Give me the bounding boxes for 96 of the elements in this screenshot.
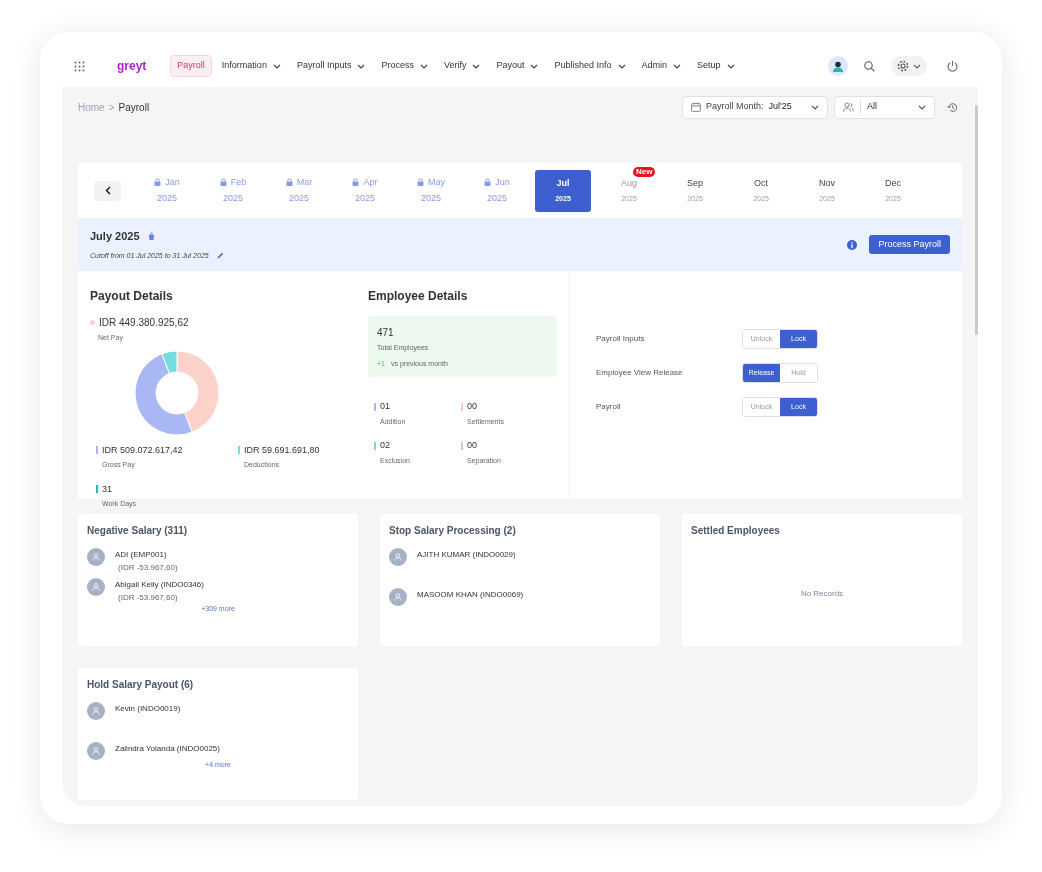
card-title: Stop Salary Processing (2) [389, 524, 517, 538]
delete-button[interactable] [147, 232, 155, 241]
nav-menu-item[interactable]: Payout [490, 55, 545, 77]
card-title: Negative Salary (311) [87, 524, 189, 538]
card-title: Hold Salary Payout (6) [87, 678, 195, 692]
section-title: Payout Details [90, 288, 174, 305]
stat-value: 01 [380, 400, 390, 413]
person-icon [92, 747, 100, 755]
pencil-icon [216, 252, 224, 260]
caret-icon [419, 63, 428, 69]
stat-value: 31 [102, 482, 112, 496]
stat-value: 00 [467, 439, 477, 452]
person-name: Zalindra Yolanda (INDO0025) [115, 743, 220, 755]
caret-icon [913, 63, 921, 69]
month-tab[interactable]: Feb 2025 [205, 169, 261, 212]
nav-menu-item[interactable]: Admin [635, 55, 688, 77]
caret-icon [811, 104, 819, 110]
caret-icon [472, 63, 481, 69]
process-payroll-button[interactable]: Process Payroll [869, 235, 950, 254]
toggle-label: Payroll [596, 401, 622, 413]
stat-value: IDR 449.380.925,62 [99, 316, 189, 330]
calendar-icon [691, 102, 701, 112]
employee-group-dropdown[interactable]: All [834, 95, 935, 119]
search-icon [864, 60, 875, 72]
person-icon [92, 583, 100, 591]
power-icon [947, 60, 958, 72]
person-name: MASOOM KHAN (INDO0069) [417, 589, 524, 601]
lock-icon [484, 178, 492, 187]
caret-icon [726, 63, 735, 69]
caret-icon [272, 63, 281, 69]
field-label: Payroll Month: [706, 100, 764, 114]
stat-value: IDR 509.072.617,42 [102, 443, 183, 457]
lock-icon [417, 178, 424, 187]
person-name: AJITH KUMAR (INDO0029) [417, 549, 516, 561]
field-value: Jul'25 [768, 100, 792, 114]
toggle-label: Payroll Inputs [596, 333, 646, 345]
breadcrumb-separator: > [108, 100, 115, 115]
salary-amount: (IDR -53.967,60) [118, 562, 178, 574]
brand-logo: greyt [117, 58, 147, 75]
lock-icon [219, 178, 227, 187]
people-icon [843, 102, 854, 112]
search-button[interactable] [864, 60, 875, 72]
salary-amount: (IDR -53.967,60) [118, 592, 179, 604]
stat-value: 00 [467, 400, 477, 413]
lock-icon [285, 178, 293, 187]
nav-menu-item[interactable]: Setup [691, 55, 741, 77]
person-name: Kevin (INDO0019) [115, 703, 181, 715]
person-icon [92, 553, 100, 561]
lock-icon [352, 178, 360, 187]
settings-icon [897, 60, 909, 72]
nav-menu-item[interactable]: Payroll [170, 55, 212, 77]
settings-button[interactable] [891, 56, 927, 76]
nav-menu-item[interactable]: Information [215, 55, 287, 77]
lock-icon [154, 178, 162, 187]
stat-value: 471 [377, 326, 395, 340]
stat-value: 02 [380, 439, 390, 452]
nav-menu-item[interactable]: Verify [437, 55, 487, 77]
field-value: All [860, 100, 877, 114]
payroll-month-dropdown[interactable]: Payroll Month: Jul'25 [682, 95, 828, 119]
toggle-label: Employee View Release [596, 367, 684, 379]
power-button[interactable] [947, 60, 958, 72]
nav-menu-item[interactable]: Process [375, 55, 434, 77]
month-tab[interactable]: Mar 2025 [271, 169, 327, 212]
chevron-left-icon [104, 186, 111, 195]
nav-menu-item[interactable]: Published Info [548, 55, 632, 77]
history-icon [947, 101, 958, 113]
caret-icon [357, 63, 366, 69]
nav-menu-item[interactable]: Payroll Inputs [290, 55, 372, 77]
info-icon [847, 239, 858, 250]
trash-icon [147, 232, 155, 241]
period-title: July 2025 [90, 229, 140, 244]
card-title: Settled Employees [691, 524, 781, 538]
person-icon [92, 707, 100, 715]
history-button[interactable] [947, 101, 958, 113]
caret-icon [918, 104, 926, 110]
person-name: ADI (EMP001) [115, 549, 168, 561]
month-tab[interactable]: Jan 2025 [139, 169, 195, 212]
month-tab[interactable]: Jun 2025 [469, 169, 525, 212]
empty-state-text: No Records [799, 588, 845, 600]
breadcrumb-current: Payroll [118, 100, 150, 115]
person-name: Abigail Kelly (INDO0346) [115, 579, 204, 591]
caret-icon [673, 63, 682, 69]
person-icon [394, 593, 402, 601]
stat-value: IDR 59.691.691,80 [244, 443, 320, 457]
person-icon [833, 60, 843, 72]
new-badge: New [633, 166, 656, 177]
section-title: Employee Details [368, 288, 469, 305]
caret-icon [617, 63, 626, 69]
apps-grid-icon [74, 60, 85, 72]
caret-icon [530, 63, 539, 69]
month-tab[interactable]: Apr 2025 [337, 169, 393, 212]
user-avatar[interactable] [828, 56, 848, 76]
month-tab[interactable]: May 2025 [403, 169, 459, 212]
person-icon [394, 553, 402, 561]
edit-button[interactable] [216, 252, 224, 260]
previous-year-button[interactable] [94, 180, 121, 201]
